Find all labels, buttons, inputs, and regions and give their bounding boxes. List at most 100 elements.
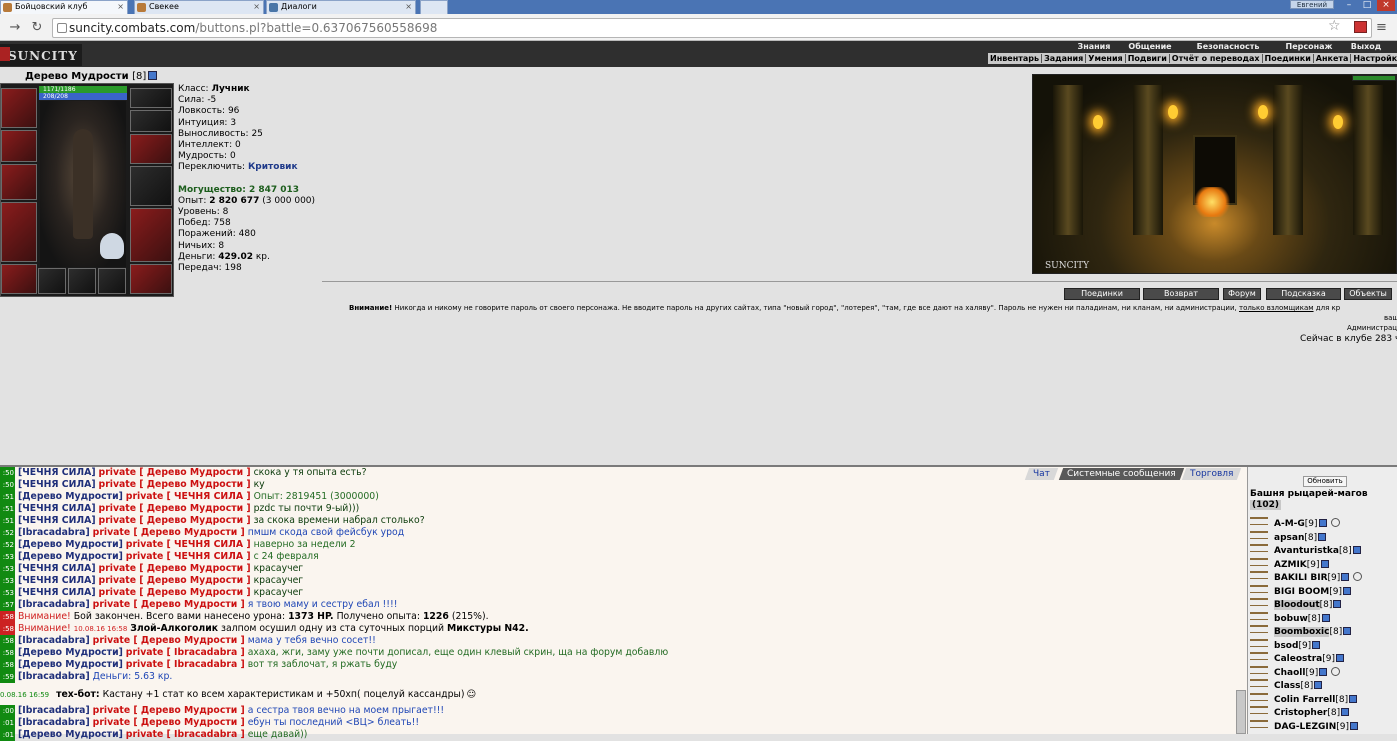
- message-time[interactable]: :51: [0, 503, 15, 515]
- private-target[interactable]: private [ Дерево Мудрости ]: [99, 515, 251, 526]
- maximize-icon[interactable]: □: [1358, 0, 1376, 11]
- private-target[interactable]: private [ Ibracadabra ]: [126, 647, 245, 658]
- private-target[interactable]: private [ Ibracadabra ]: [126, 659, 245, 670]
- message-time[interactable]: :58: [0, 647, 15, 659]
- user-info-icon[interactable]: [1318, 519, 1327, 527]
- message-author[interactable]: [Ibracadabra]: [18, 635, 90, 646]
- private-target[interactable]: private [ Дерево Мудрости ]: [99, 467, 251, 478]
- private-message-icon[interactable]: [1250, 584, 1268, 593]
- submenu-skills[interactable]: Умения: [1086, 54, 1126, 63]
- close-window-icon[interactable]: ×: [1377, 0, 1395, 11]
- menu-exit[interactable]: Выход: [1350, 42, 1382, 52]
- message-time[interactable]: :57: [0, 599, 15, 611]
- online-user[interactable]: Bloodout[8]: [1250, 598, 1342, 610]
- private-target[interactable]: private [ Дерево Мудрости ]: [93, 599, 245, 610]
- user-info-icon[interactable]: [1321, 613, 1330, 622]
- online-user[interactable]: Cristopher[8]: [1250, 706, 1350, 718]
- new-tab-button[interactable]: [420, 0, 448, 14]
- page-info-icon[interactable]: [57, 23, 67, 33]
- private-target[interactable]: private [ Дерево Мудрости ]: [99, 503, 251, 514]
- warning-link[interactable]: только взломщикам: [1239, 304, 1314, 312]
- user-name[interactable]: BAKILI BIR: [1274, 573, 1328, 583]
- user-name[interactable]: Caleostra: [1274, 654, 1322, 664]
- message-time[interactable]: :52: [0, 527, 15, 539]
- private-target[interactable]: private [ Дерево Мудрости ]: [93, 527, 245, 538]
- ring-slot[interactable]: [130, 110, 172, 132]
- private-target[interactable]: private [ Дерево Мудрости ]: [93, 717, 245, 728]
- private-message-icon[interactable]: [1250, 652, 1268, 660]
- private-message-icon[interactable]: [1250, 517, 1268, 525]
- message-author[interactable]: [ЧЕЧНЯ СИЛА]: [18, 575, 96, 586]
- online-user[interactable]: bobuw[8]: [1250, 611, 1330, 624]
- user-name[interactable]: Class: [1274, 681, 1300, 691]
- tab-trade[interactable]: Торговля: [1181, 468, 1242, 480]
- user-info-icon[interactable]: [1318, 532, 1327, 541]
- user-info-icon[interactable]: [1350, 721, 1358, 730]
- bow-slot[interactable]: [130, 166, 172, 206]
- address-bar[interactable]: suncity.combats.com/buttons.pl?battle=0.…: [52, 18, 1372, 38]
- user-info-icon[interactable]: [1333, 600, 1342, 608]
- user-info-icon[interactable]: [1319, 667, 1328, 676]
- forward-icon[interactable]: →: [6, 20, 24, 36]
- browser-menu-icon[interactable]: ≡: [1376, 20, 1387, 35]
- user-info-icon[interactable]: [1312, 640, 1321, 649]
- character-name[interactable]: Дерево Мудрости [8]: [25, 71, 158, 82]
- close-tab-icon[interactable]: ×: [253, 2, 260, 11]
- menu-knowledge[interactable]: Знания: [1076, 42, 1112, 52]
- message-time[interactable]: :50: [0, 479, 15, 491]
- message-author[interactable]: [ЧЕЧНЯ СИЛА]: [18, 467, 96, 478]
- potion-icon[interactable]: [100, 233, 124, 259]
- minimize-icon[interactable]: –: [1340, 0, 1358, 11]
- message-time[interactable]: :50: [0, 467, 15, 479]
- hint-button[interactable]: Подсказка: [1266, 288, 1341, 300]
- message-time[interactable]: :58: [0, 635, 15, 647]
- message-author[interactable]: [Ibracadabra]: [18, 717, 90, 728]
- private-message-icon[interactable]: [1250, 557, 1268, 566]
- boots-slot[interactable]: [130, 264, 172, 294]
- private-target[interactable]: private [ Дерево Мудрости ]: [99, 575, 251, 586]
- online-user[interactable]: Avanturistka[8]: [1250, 544, 1361, 556]
- message-author[interactable]: [Ibracadabra]: [18, 527, 90, 538]
- message-time[interactable]: :01: [0, 717, 15, 729]
- message-author[interactable]: [ЧЕЧНЯ СИЛА]: [18, 515, 96, 526]
- message-author[interactable]: [Дерево Мудрости]: [18, 729, 123, 740]
- private-message-icon[interactable]: [1250, 706, 1268, 714]
- message-author[interactable]: [Дерево Мудрости]: [18, 659, 123, 670]
- online-user[interactable]: Caleostra[9]: [1250, 652, 1344, 664]
- private-message-icon[interactable]: [1250, 719, 1268, 728]
- private-message-icon[interactable]: [1250, 544, 1268, 552]
- message-time[interactable]: :53: [0, 563, 15, 575]
- submenu-feats[interactable]: Подвиги: [1125, 54, 1170, 63]
- menu-communication[interactable]: Общение: [1128, 42, 1172, 52]
- message-time[interactable]: :53: [0, 551, 15, 563]
- potion-slot[interactable]: [38, 268, 66, 294]
- private-target[interactable]: private [ Дерево Мудрости ]: [93, 705, 245, 716]
- private-target[interactable]: private [ ЧЕЧНЯ СИЛА ]: [126, 551, 251, 562]
- online-user[interactable]: Colin Farrell[8]: [1250, 692, 1358, 705]
- private-target[interactable]: private [ Дерево Мудрости ]: [99, 587, 251, 598]
- message-time[interactable]: :52: [0, 539, 15, 551]
- user-info-icon[interactable]: [1341, 708, 1350, 716]
- info-icon[interactable]: [148, 71, 158, 80]
- user-name[interactable]: bsod: [1274, 641, 1298, 651]
- user-name[interactable]: Avanturistka: [1274, 546, 1339, 556]
- user-info-icon[interactable]: [1342, 586, 1351, 595]
- user-name[interactable]: Cristopher: [1274, 708, 1327, 718]
- message-author[interactable]: [ЧЕЧНЯ СИЛА]: [18, 503, 96, 514]
- private-message-icon[interactable]: [1250, 625, 1268, 633]
- message-time[interactable]: :01: [0, 729, 15, 741]
- weapon-slot[interactable]: [1, 164, 37, 200]
- message-author[interactable]: [Дерево Мудрости]: [18, 647, 123, 658]
- armor-slot[interactable]: [1, 202, 37, 262]
- user-info-icon[interactable]: [1349, 694, 1358, 703]
- user-info-icon[interactable]: [1341, 573, 1350, 581]
- menu-security[interactable]: Безопасность: [1196, 42, 1260, 52]
- user-name[interactable]: DAG-LEZGIN: [1274, 722, 1336, 732]
- message-time[interactable]: :51: [0, 515, 15, 527]
- switch-build-link[interactable]: Критовик: [248, 162, 298, 172]
- message-author[interactable]: [ЧЕЧНЯ СИЛА]: [18, 587, 96, 598]
- bot-name[interactable]: тех-бот:: [56, 689, 100, 700]
- gloves-slot[interactable]: [130, 134, 172, 164]
- user-info-icon[interactable]: [1352, 546, 1361, 554]
- user-info-icon[interactable]: [1314, 681, 1323, 689]
